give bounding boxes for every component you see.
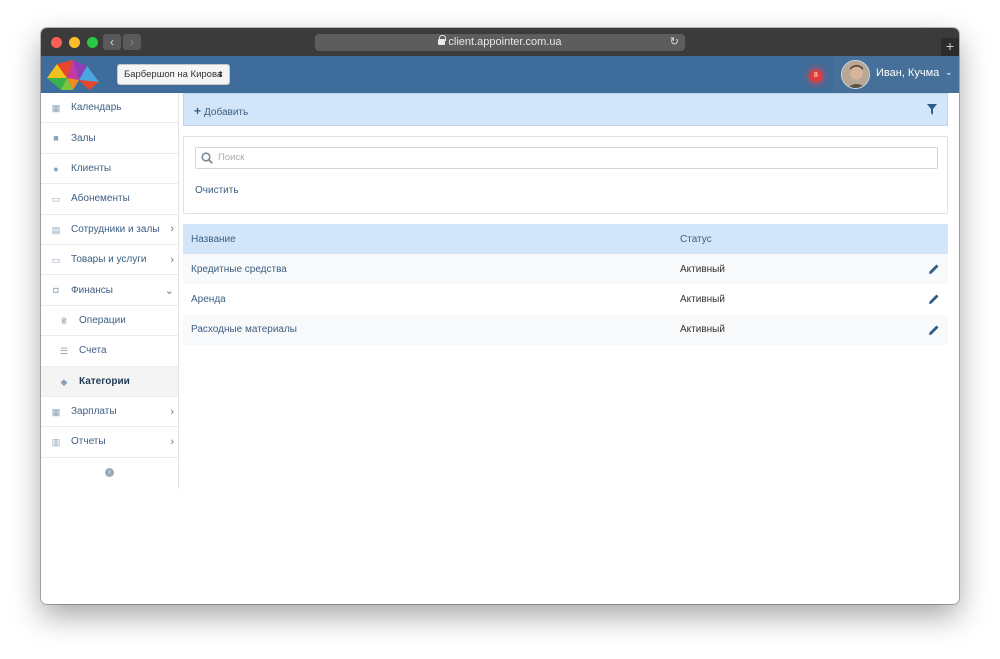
sidebar-item-finance[interactable]: ◘ Финансы ⌄ (41, 275, 178, 306)
bar-chart-icon: ▥ (51, 437, 61, 448)
card-icon: ▭ (51, 254, 61, 265)
chevron-down-icon: ⌄ (945, 67, 953, 77)
sidebar-item-reports[interactable]: ▥ Отчеты › (41, 427, 178, 458)
filter-icon[interactable] (927, 104, 937, 115)
edit-icon[interactable] (928, 263, 940, 275)
new-tab-button[interactable]: + (941, 38, 959, 56)
table-row[interactable]: Расходные материалы Активный (183, 314, 948, 345)
add-button[interactable]: + Добавить (194, 104, 248, 118)
lock-icon (438, 35, 447, 45)
back-button[interactable]: ‹ (103, 34, 121, 50)
row-status: Активный (680, 263, 725, 275)
bookmark-icon: ■ (53, 133, 59, 144)
column-header-status[interactable]: Статус (680, 234, 712, 245)
browser-window: ‹ › client.appointer.com.ua ↻ + Барбершо… (41, 28, 959, 604)
reload-icon[interactable]: ↻ (670, 34, 679, 51)
chevron-right-icon: › (170, 223, 174, 236)
sidebar-collapse-button[interactable]: ‹ (41, 458, 178, 487)
chevron-circle-left-icon: ‹ (105, 467, 114, 477)
plus-icon: + (194, 104, 202, 118)
search-icon (201, 152, 213, 164)
select-arrows-icon: ⬍ (217, 70, 224, 79)
appointer-logo[interactable] (45, 58, 101, 92)
chevron-right-icon: › (170, 435, 174, 448)
branch-select-value: Барбершоп на Кирова (124, 69, 223, 80)
avatar (841, 60, 870, 89)
search-input[interactable]: Поиск (195, 147, 938, 169)
calculator-icon: ▦ (51, 406, 61, 417)
chevron-right-icon: › (170, 405, 174, 418)
sidebar-item-subscriptions[interactable]: ▭ Абонементы (41, 184, 178, 215)
maximize-window-button[interactable] (87, 37, 98, 48)
user-menu[interactable]: Иван, Кучма ⌄ (833, 56, 959, 93)
list-icon: ☰ (59, 346, 69, 357)
forward-button[interactable]: › (123, 34, 141, 50)
notifications-badge[interactable]: 8 (810, 70, 822, 82)
money-icon: ◘ (53, 285, 59, 296)
sidebar-item-halls[interactable]: ■ Залы (41, 123, 178, 154)
hryvnia-icon: ₴ (61, 315, 67, 326)
sidebar: ▦ Календарь ■ Залы ● Клиенты ▭ Абонемент… (41, 93, 179, 489)
card-icon: ▭ (51, 194, 61, 205)
browser-titlebar: ‹ › client.appointer.com.ua ↻ + (41, 28, 959, 56)
url-text: client.appointer.com.ua (448, 36, 562, 48)
sidebar-item-staff[interactable]: ▤ Сотрудники и залы › (41, 215, 178, 245)
row-name[interactable]: Кредитные средства (191, 264, 287, 275)
categories-table: Название Статус Кредитные средства Актив… (183, 224, 948, 345)
sidebar-item-operations[interactable]: ₴ Операции (41, 306, 178, 337)
users-icon: ● (53, 163, 59, 174)
user-name: Иван, Кучма (876, 67, 940, 79)
id-card-icon: ▤ (51, 224, 61, 235)
table-header: Название Статус (183, 224, 948, 254)
chevron-down-icon: ⌄ (164, 284, 174, 297)
address-bar[interactable]: client.appointer.com.ua ↻ (315, 34, 685, 51)
table-row[interactable]: Аренда Активный (183, 284, 948, 314)
edit-icon[interactable] (928, 293, 940, 305)
chevron-left-icon: ‹ (110, 35, 114, 49)
tags-icon: ◆ (60, 376, 68, 387)
row-status: Активный (680, 293, 725, 305)
row-name[interactable]: Расходные материалы (191, 324, 297, 335)
row-status: Активный (680, 324, 725, 336)
search-panel: Поиск Очистить (183, 136, 948, 214)
minimize-window-button[interactable] (69, 37, 80, 48)
edit-icon[interactable] (928, 324, 940, 336)
toolbar: + Добавить (183, 93, 948, 126)
branch-select[interactable]: Барбершоп на Кирова ⬍ (117, 64, 230, 85)
calendar-icon: ▦ (51, 103, 61, 113)
close-window-button[interactable] (51, 37, 62, 48)
window-controls (51, 37, 98, 48)
sidebar-item-calendar[interactable]: ▦ Календарь (41, 93, 178, 124)
sidebar-item-categories[interactable]: ◆ Категории (41, 366, 178, 397)
sidebar-item-clients[interactable]: ● Клиенты (41, 154, 178, 185)
sidebar-item-salaries[interactable]: ▦ Зарплаты › (41, 397, 178, 428)
clear-button[interactable]: Очистить (195, 185, 239, 196)
search-placeholder: Поиск (218, 152, 245, 163)
table-row[interactable]: Кредитные средства Активный (183, 254, 948, 285)
chevron-right-icon: › (170, 253, 174, 266)
sidebar-item-goods[interactable]: ▭ Товары и услуги › (41, 245, 178, 276)
column-header-name[interactable]: Название (191, 234, 236, 245)
sidebar-item-accounts[interactable]: ☰ Счета (41, 336, 178, 367)
row-name[interactable]: Аренда (191, 294, 226, 305)
chevron-right-icon: › (130, 35, 134, 49)
